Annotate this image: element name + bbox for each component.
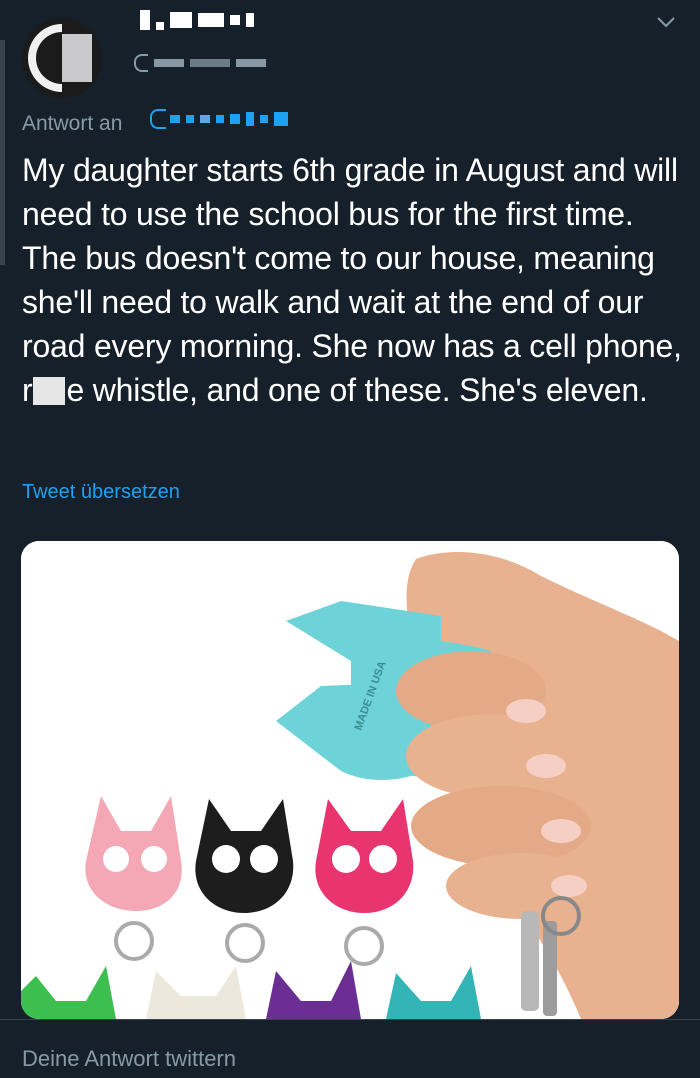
key-1 bbox=[521, 911, 539, 1011]
tweet-text: My daughter starts 6th grade in August a… bbox=[22, 148, 682, 412]
author-handle-redacted bbox=[134, 52, 272, 74]
tweet-thread-view: Antwort an My daughter starts 6th grade … bbox=[0, 0, 700, 1078]
reply-to-label: Antwort an bbox=[22, 112, 123, 135]
avatar[interactable] bbox=[18, 14, 106, 102]
tweet-text-part1: My daughter starts 6th grade in August a… bbox=[22, 152, 682, 408]
avatar-image bbox=[18, 14, 106, 102]
tweet-media-image[interactable]: MADE IN USA bbox=[21, 541, 679, 1019]
key-2 bbox=[543, 921, 557, 1016]
fingernail-4 bbox=[551, 875, 587, 897]
thread-line bbox=[0, 40, 5, 265]
translate-tweet-link[interactable]: Tweet übersetzen bbox=[22, 481, 180, 504]
fingernail-3 bbox=[541, 819, 581, 843]
author-name-redacted[interactable] bbox=[140, 8, 260, 32]
fingernail-1 bbox=[506, 699, 546, 723]
reply-to-handle-redacted[interactable] bbox=[150, 108, 294, 130]
censored-word bbox=[33, 377, 66, 405]
chevron-down-icon[interactable] bbox=[654, 10, 678, 34]
reply-input[interactable]: Deine Antwort twittern bbox=[22, 1046, 236, 1072]
cat-keychain-illustration: MADE IN USA bbox=[21, 541, 679, 1019]
fingernail-2 bbox=[526, 754, 566, 778]
tweet-text-part2: e whistle, and one of these. She's eleve… bbox=[66, 372, 648, 408]
